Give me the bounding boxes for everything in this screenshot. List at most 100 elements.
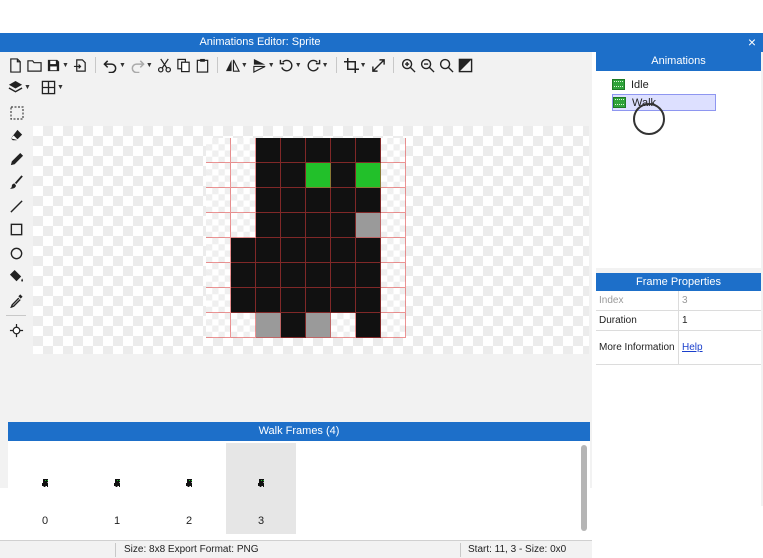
pixel-cell[interactable] [356,263,381,288]
pixel-cell[interactable] [381,313,406,338]
rectangle-icon[interactable] [4,218,28,242]
pixel-cell[interactable] [306,138,331,163]
pixel-cell[interactable] [281,213,306,238]
frames-scrollbar[interactable] [581,445,587,531]
pixel-cell[interactable] [356,213,381,238]
save-dropdown-icon[interactable]: ▼ [62,62,69,69]
pixel-cell[interactable] [256,188,281,213]
line-icon[interactable] [4,195,28,219]
pixel-cell[interactable] [331,288,356,313]
resize-icon[interactable] [369,55,388,75]
property-value[interactable]: 1 [679,311,688,330]
layers-icon[interactable]: ▼ [6,77,33,97]
pixel-cell[interactable] [306,238,331,263]
pixel-cell[interactable] [256,163,281,188]
pixel-cell[interactable] [356,238,381,263]
pixel-cell[interactable] [206,263,231,288]
zoom-in-icon[interactable] [399,55,418,75]
pixel-cell[interactable] [231,313,256,338]
pixel-cell[interactable] [306,288,331,313]
pixel-cell[interactable] [306,313,331,338]
pixel-cell[interactable] [331,313,356,338]
pixel-cell[interactable] [356,163,381,188]
pixel-cell[interactable] [206,238,231,263]
pixel-cell[interactable] [206,138,231,163]
drawing-canvas[interactable] [33,126,589,354]
brush-icon[interactable] [4,171,28,195]
pixel-cell[interactable] [256,288,281,313]
pixel-cell[interactable] [281,313,306,338]
pixel-cell[interactable] [381,163,406,188]
zoom-out-icon[interactable] [418,55,437,75]
pixel-cell[interactable] [306,263,331,288]
pixel-cell[interactable] [331,263,356,288]
pixel-cell[interactable] [281,238,306,263]
flip-horizontal-dropdown-icon[interactable]: ▼ [241,62,248,69]
ellipse-icon[interactable] [4,242,28,266]
pixel-cell[interactable] [206,188,231,213]
pixel-cell[interactable] [381,188,406,213]
pixel-cell[interactable] [256,263,281,288]
pan-icon[interactable] [4,319,28,343]
rotate-right-dropdown-icon[interactable]: ▼ [322,62,329,69]
flip-vertical-dropdown-icon[interactable]: ▼ [268,62,275,69]
pixel-cell[interactable] [231,138,256,163]
export-icon[interactable] [71,55,90,75]
property-row-duration[interactable]: Duration 1 [596,311,761,331]
pixel-cell[interactable] [356,188,381,213]
rotate-right-icon[interactable]: ▼ [304,55,331,75]
redo-icon[interactable]: ▼ [128,55,155,75]
pixel-cell[interactable] [256,213,281,238]
pixel-cell[interactable] [256,138,281,163]
pixel-cell[interactable] [231,263,256,288]
pixel-cell[interactable] [231,238,256,263]
pixel-cell[interactable] [206,288,231,313]
pixel-cell[interactable] [281,163,306,188]
grid-dropdown-icon[interactable]: ▼ [57,84,64,91]
pixel-cell[interactable] [331,138,356,163]
pixel-cell[interactable] [281,188,306,213]
pixel-cell[interactable] [381,238,406,263]
pixel-cell[interactable] [206,213,231,238]
pixel-cell[interactable] [231,288,256,313]
new-file-icon[interactable] [6,55,25,75]
animation-item-idle[interactable]: Idle [612,76,716,93]
pixel-cell[interactable] [381,263,406,288]
close-icon[interactable]: × [748,34,756,50]
flip-vertical-icon[interactable]: ▼ [250,55,277,75]
pixel-cell[interactable] [231,163,256,188]
marquee-select-icon[interactable] [10,106,24,120]
frame-thumbnail[interactable]: 1 [82,443,152,534]
frame-thumbnail[interactable]: 2 [154,443,224,534]
paste-icon[interactable] [193,55,212,75]
pixel-cell[interactable] [206,163,231,188]
rotate-left-dropdown-icon[interactable]: ▼ [295,62,302,69]
pixel-cell[interactable] [281,263,306,288]
zoom-fit-icon[interactable] [437,55,456,75]
fill-bucket-icon[interactable] [4,265,28,289]
pixel-cell[interactable] [331,163,356,188]
cut-icon[interactable] [155,55,174,75]
frame-thumbnail[interactable]: 0 [10,443,80,534]
crop-dropdown-icon[interactable]: ▼ [360,62,367,69]
pixel-cell[interactable] [331,213,356,238]
pixel-cell[interactable] [306,213,331,238]
pixel-cell[interactable] [256,313,281,338]
pixel-cell[interactable] [381,138,406,163]
pixel-cell[interactable] [281,138,306,163]
pixel-cell[interactable] [381,213,406,238]
pixel-cell[interactable] [231,213,256,238]
frame-thumbnail-selected[interactable]: 3 [226,443,296,534]
pixel-cell[interactable] [331,188,356,213]
pixel-cell[interactable] [306,188,331,213]
pixel-cell[interactable] [306,163,331,188]
redo-dropdown-icon[interactable]: ▼ [146,62,153,69]
eyedropper-icon[interactable] [4,289,28,313]
pixel-cell[interactable] [206,313,231,338]
pixel-cell[interactable] [231,188,256,213]
pixel-cell[interactable] [356,313,381,338]
pixel-cell[interactable] [256,238,281,263]
open-folder-icon[interactable] [25,55,44,75]
pixel-cell[interactable] [381,288,406,313]
pencil-icon[interactable] [4,148,28,172]
